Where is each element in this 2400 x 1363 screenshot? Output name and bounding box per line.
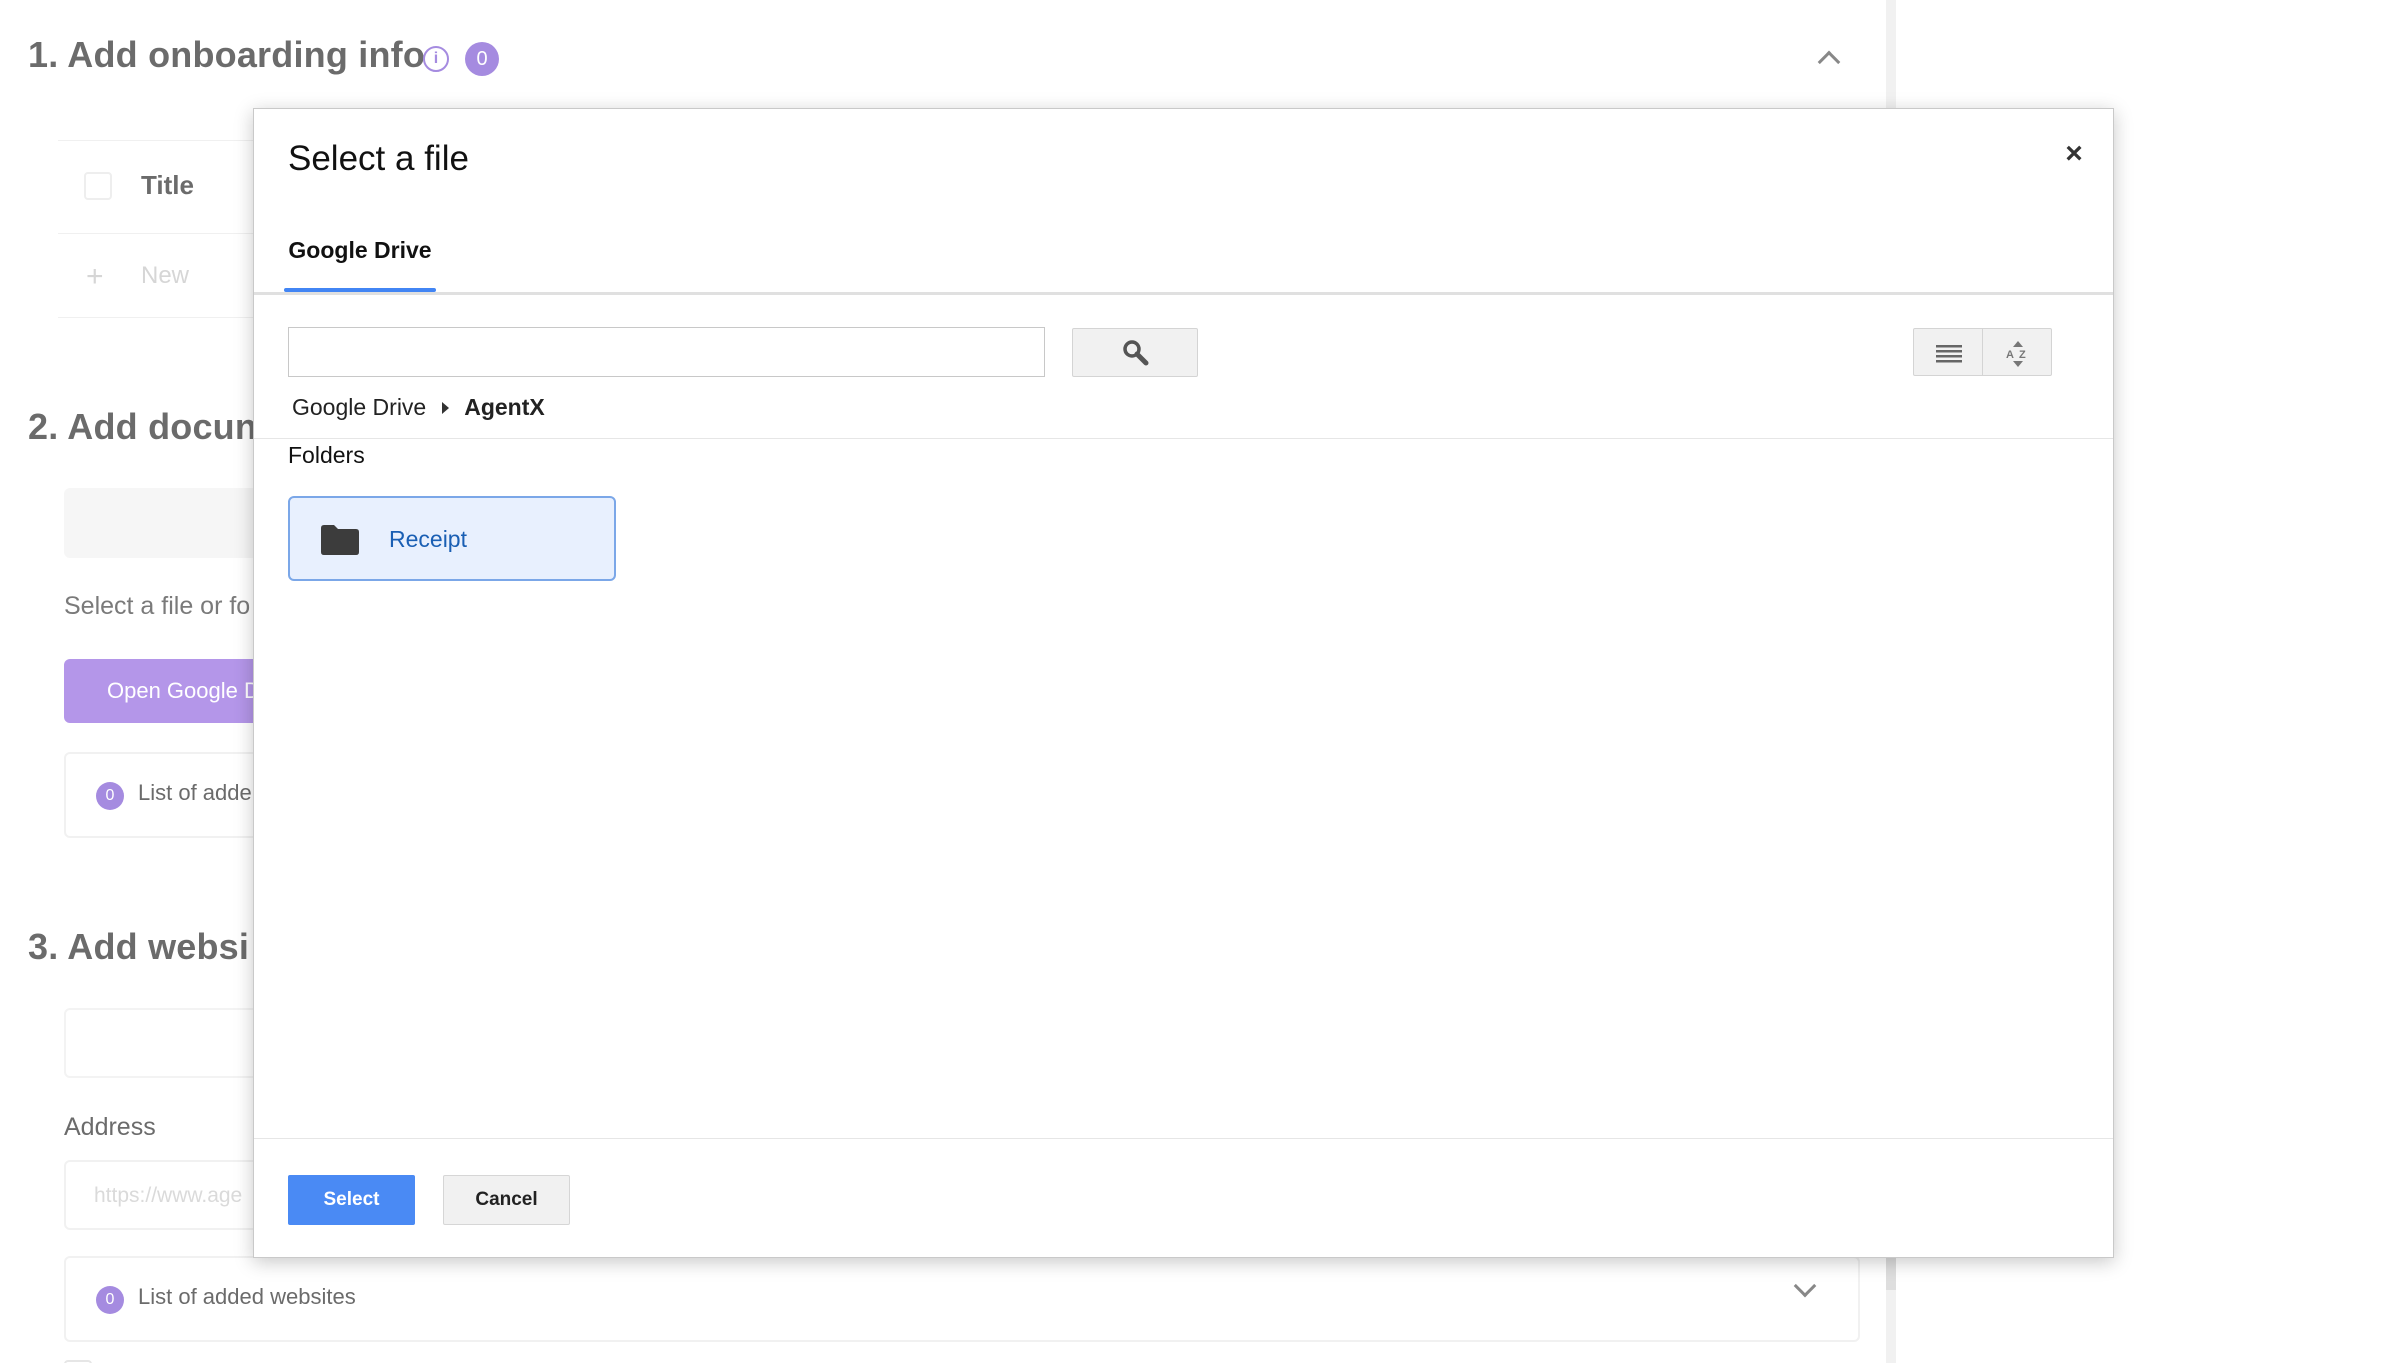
sort-az-icon: A Z <box>2006 341 2026 367</box>
cancel-button[interactable]: Cancel <box>443 1175 570 1225</box>
folder-item[interactable]: Receipt <box>288 496 616 581</box>
documents-list-label: List of adde <box>138 780 252 805</box>
new-row-label[interactable]: New <box>141 262 189 290</box>
info-icon[interactable]: i <box>423 46 449 72</box>
dialog-title: Select a file <box>288 139 469 178</box>
folders-heading: Folders <box>288 442 365 468</box>
select-button[interactable]: Select <box>288 1175 415 1225</box>
section-2-title: 2. Add docun <box>28 406 258 447</box>
address-placeholder: https://www.age <box>94 1184 243 1207</box>
search-button[interactable] <box>1072 328 1198 377</box>
footer-divider <box>254 1138 2113 1139</box>
documents-count-badge: 0 <box>96 782 124 810</box>
section-1-count-badge: 0 <box>465 42 499 76</box>
svg-text:A: A <box>2006 349 2014 361</box>
website-input[interactable] <box>64 1008 284 1078</box>
address-input[interactable]: https://www.age <box>64 1160 284 1230</box>
list-view-button[interactable] <box>1913 328 1983 376</box>
added-documents-list[interactable]: 0 List of adde <box>64 752 284 838</box>
open-google-drive-button[interactable]: Open Google D <box>64 659 274 723</box>
close-icon[interactable]: × <box>2057 137 2091 171</box>
tab-divider <box>254 292 2113 295</box>
chevron-up-icon[interactable] <box>1817 50 1841 74</box>
search-input[interactable] <box>288 327 1045 377</box>
section-1-title: 1. Add onboarding info <box>28 34 426 75</box>
select-file-helper-text: Select a file or fo <box>64 592 251 620</box>
plus-icon[interactable]: + <box>86 262 104 292</box>
svg-text:Z: Z <box>2019 349 2026 361</box>
row-divider <box>58 233 258 234</box>
sort-button[interactable]: A Z <box>1982 328 2052 376</box>
select-all-checkbox[interactable] <box>84 172 112 200</box>
search-icon <box>1123 340 1149 366</box>
breadcrumb-divider <box>254 438 2113 439</box>
tab-google-drive[interactable]: Google Drive <box>284 225 436 291</box>
list-view-icon <box>1936 345 1962 363</box>
websites-count-badge: 0 <box>96 1286 124 1314</box>
address-label: Address <box>64 1113 156 1141</box>
added-websites-list[interactable]: 0 List of added websites <box>64 1256 1860 1342</box>
file-picker-dialog: Select a file × Google Drive A Z Google … <box>253 108 2114 1258</box>
folder-icon <box>321 525 359 555</box>
title-column-header: Title <box>141 170 194 200</box>
breadcrumb-arrow-icon <box>442 401 450 414</box>
breadcrumb-root[interactable]: Google Drive <box>292 394 426 421</box>
breadcrumb: Google Drive AgentX <box>292 394 545 421</box>
breadcrumb-current: AgentX <box>464 394 545 420</box>
document-input[interactable] <box>64 488 284 558</box>
section-3-title: 3. Add websi <box>28 926 250 967</box>
folder-name: Receipt <box>389 526 467 552</box>
websites-list-label: List of added websites <box>138 1284 356 1309</box>
